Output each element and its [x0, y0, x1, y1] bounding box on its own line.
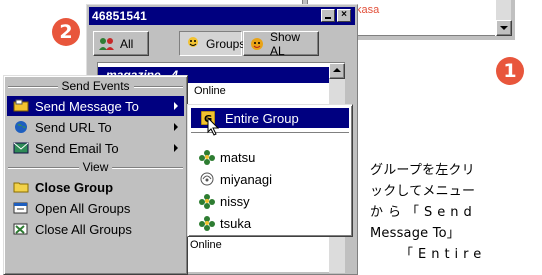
- buddy-flower-icon: [198, 215, 216, 231]
- background-list-text: kasa: [356, 4, 380, 16]
- email-icon: [13, 141, 29, 155]
- groups-icon: [184, 36, 202, 52]
- buddy-flower-icon: [198, 193, 216, 209]
- step-badge-2: 2: [52, 18, 80, 46]
- scroll-up-button[interactable]: [329, 63, 345, 79]
- show-al-button[interactable]: Show AL: [243, 29, 319, 58]
- menu-item-close-group[interactable]: Close Group: [7, 177, 184, 197]
- submenu-member-miyanagi[interactable]: miyanagi: [198, 169, 272, 189]
- close-icon: ×: [341, 9, 347, 20]
- note-line: Message To」: [370, 226, 460, 241]
- all-button-label: All: [120, 36, 134, 51]
- folder-icon: [13, 180, 29, 194]
- scroll-down-button[interactable]: [496, 20, 512, 36]
- submenu-member-tsuka[interactable]: tsuka: [198, 213, 251, 233]
- note-line: グループを左クリ: [370, 163, 475, 178]
- menu-item-close-all-groups[interactable]: Close All Groups: [7, 219, 184, 239]
- menu-item-close-all-groups-label: Close All Groups: [35, 221, 132, 237]
- close-button[interactable]: ×: [337, 9, 351, 22]
- submenu-member-label: tsuka: [220, 215, 252, 231]
- groups-button-label: Groups: [206, 36, 246, 51]
- background-scrollbar[interactable]: [495, 0, 512, 36]
- submenu-member-matsu[interactable]: matsu: [198, 147, 255, 167]
- step-badge-1: 1: [496, 57, 524, 85]
- submenu-member-label: matsu: [220, 149, 256, 165]
- online-label-lower: Online: [190, 239, 222, 251]
- scroll-down-arrow-icon: [500, 26, 508, 30]
- submenu-member-label: nissy: [220, 193, 250, 209]
- buddy-flower-icon: [198, 149, 216, 165]
- groups-button[interactable]: Groups: [179, 31, 246, 56]
- minimize-button[interactable]: [321, 9, 335, 22]
- mouse-cursor-icon: [207, 116, 221, 137]
- online-label: Online: [194, 85, 226, 97]
- submenu-member-label: miyanagi: [220, 171, 273, 187]
- menu-item-send-message[interactable]: Send Message To: [7, 96, 184, 116]
- menu-item-open-all-groups-label: Open All Groups: [35, 200, 131, 216]
- menu-item-send-url-label: Send URL To: [35, 119, 112, 135]
- menu-item-send-email-label: Send Email To: [35, 140, 119, 156]
- title-bar[interactable]: 46851541 ×: [89, 7, 355, 25]
- menu-item-open-all-groups[interactable]: Open All Groups: [7, 198, 184, 218]
- menu-item-send-url[interactable]: Send URL To: [7, 117, 184, 137]
- note-line: から「Send: [370, 205, 477, 220]
- group-context-menu: Send Events Send Message To Send URL To …: [3, 75, 188, 275]
- show-al-button-label: Show AL: [270, 29, 301, 58]
- submenu-arrow-icon: [174, 123, 178, 131]
- menu-header-send-events: Send Events: [8, 79, 183, 93]
- submenu-arrow-icon: [174, 144, 178, 152]
- menu-item-send-email[interactable]: Send Email To: [7, 138, 184, 158]
- note-line: 「Entire: [400, 247, 487, 262]
- window-title: 46851541: [92, 9, 147, 23]
- show-al-icon: [248, 36, 266, 52]
- scroll-up-arrow-icon: [333, 68, 341, 72]
- people-icon: [98, 36, 116, 52]
- menu-item-close-group-label: Close Group: [35, 179, 114, 195]
- all-button[interactable]: All: [93, 31, 149, 56]
- open-all-icon: [13, 201, 29, 215]
- message-icon: [13, 99, 29, 113]
- globe-icon: [13, 120, 29, 134]
- submenu-arrow-icon: [174, 102, 178, 110]
- note-line: ックしてメニュー: [370, 184, 476, 199]
- instruction-note: グループを左クリ ックしてメニュー から「Send Message To」 「E…: [370, 160, 540, 265]
- submenu-entire-group-label: Entire Group: [225, 110, 299, 126]
- close-all-icon: [13, 222, 29, 236]
- minimize-icon: [325, 17, 331, 19]
- submenu-member-nissy[interactable]: nissy: [198, 191, 250, 211]
- menu-header-view: View: [8, 160, 183, 174]
- menu-item-send-message-label: Send Message To: [35, 98, 139, 114]
- buddy-away-icon: [198, 171, 216, 187]
